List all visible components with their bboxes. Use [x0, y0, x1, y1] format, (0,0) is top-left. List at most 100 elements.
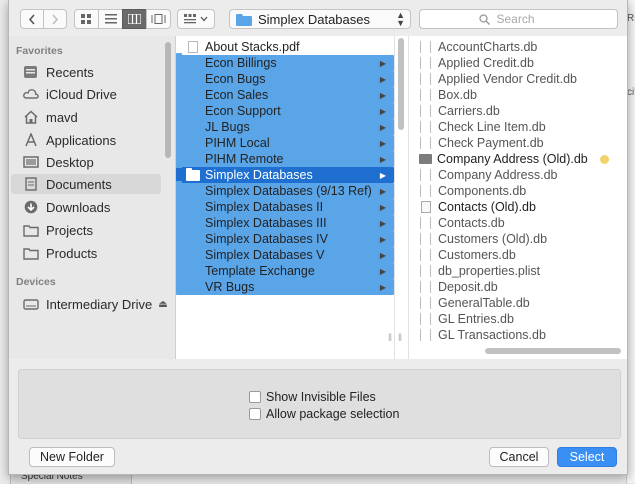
- folder-row[interactable]: Econ Sales ▶: [176, 85, 394, 103]
- show-invisible-files-option[interactable]: Show Invisible Files: [249, 390, 376, 404]
- file-row[interactable]: Customers (Old).db: [409, 231, 628, 247]
- chevron-right-icon: [52, 13, 59, 25]
- sidebar-item-recents[interactable]: Recents: [11, 62, 161, 82]
- list-view-button[interactable]: [98, 9, 123, 29]
- sidebar-item-desktop[interactable]: Desktop: [11, 152, 161, 172]
- sidebar-item-intermediary-drive[interactable]: Intermediary Drive ⏏: [11, 294, 168, 314]
- file-row[interactable]: Applied Vendor Credit.db: [409, 71, 628, 87]
- file-row[interactable]: Company Address.db: [409, 167, 628, 183]
- allow-package-selection-option[interactable]: Allow package selection: [249, 407, 399, 421]
- search-icon: [478, 13, 490, 25]
- sidebar-item-documents[interactable]: Documents: [11, 174, 161, 194]
- folder-icon: [186, 263, 200, 277]
- file-icon: [420, 281, 431, 293]
- folder-row[interactable]: Econ Bugs ▶: [176, 69, 394, 87]
- cover-flow-view-button[interactable]: [146, 9, 171, 29]
- allow-package-selection-checkbox[interactable]: [249, 408, 261, 420]
- item-name: Simplex Databases V: [205, 248, 325, 262]
- folder-row[interactable]: Simplex Databases IV ▶: [176, 229, 394, 247]
- sidebar-item-label: Recents: [46, 64, 94, 80]
- up-down-arrows-icon: ▲ ▼: [396, 10, 405, 28]
- file-row[interactable]: Check Line Item.db: [409, 119, 628, 135]
- sidebar-item-applications[interactable]: Applications: [11, 130, 161, 150]
- sidebar-item-downloads[interactable]: Downloads: [11, 197, 161, 217]
- column-resize-handle[interactable]: ‖: [388, 333, 392, 344]
- location-popup[interactable]: Simplex Databases ▲ ▼: [229, 9, 411, 29]
- file-row[interactable]: Customers.db: [409, 247, 628, 263]
- file-row[interactable]: GL Entries.db: [409, 311, 628, 327]
- sidebar-item-products[interactable]: Products: [11, 243, 161, 263]
- file-row[interactable]: Contacts.db: [409, 215, 628, 231]
- file-row[interactable]: Carriers.db: [409, 103, 628, 119]
- file-row[interactable]: GL Transactions.db: [409, 327, 628, 343]
- pdf-document-icon: [188, 41, 198, 53]
- file-row[interactable]: db_properties.plist: [409, 263, 628, 279]
- file-row[interactable]: Contacts (Old).db: [409, 199, 628, 215]
- item-name: db_properties.plist: [438, 264, 541, 278]
- back-button[interactable]: [20, 9, 44, 29]
- file-icon: [420, 105, 431, 117]
- item-name: Simplex Databases: [205, 168, 313, 182]
- folder-row[interactable]: JL Bugs ▶: [176, 117, 394, 135]
- file-row[interactable]: Box.db: [409, 87, 628, 103]
- item-name: Check Line Item.db: [438, 120, 546, 134]
- column-scrollbar[interactable]: [398, 38, 404, 130]
- folder-row[interactable]: Simplex Databases ▶: [176, 165, 394, 183]
- horizontal-scrollbar[interactable]: [485, 348, 621, 354]
- folder-row[interactable]: Econ Support ▶: [176, 101, 394, 119]
- sidebar-item-label: Documents: [46, 176, 112, 192]
- folder-row[interactable]: PIHM Local ▶: [176, 133, 394, 151]
- folder-row[interactable]: Simplex Databases III ▶: [176, 213, 394, 231]
- cancel-button[interactable]: Cancel: [489, 447, 549, 467]
- show-invisible-files-checkbox[interactable]: [249, 391, 261, 403]
- file-icon: [420, 73, 431, 85]
- file-row[interactable]: Company Address (Old).db: [409, 151, 628, 167]
- column-resize-handle[interactable]: ‖: [398, 333, 402, 344]
- folder-row[interactable]: Simplex Databases (9/13 Ref) ▶: [176, 181, 394, 199]
- folder-row[interactable]: Econ Billings ▶: [176, 53, 394, 71]
- open-dialog: Simplex Databases ▲▼ Favorites Recents i…: [8, 0, 628, 475]
- folder-icon: [186, 167, 200, 181]
- folder-icon: [186, 279, 200, 293]
- item-name: Applied Vendor Credit.db: [438, 72, 577, 86]
- file-row[interactable]: GeneralTable.db: [409, 295, 628, 311]
- new-folder-button[interactable]: New Folder: [29, 447, 115, 467]
- file-row[interactable]: About Stacks.pdf: [176, 39, 394, 55]
- search-input[interactable]: [494, 11, 559, 27]
- folder-icon: [236, 13, 252, 26]
- item-name: Contacts (Old).db: [438, 200, 536, 214]
- folder-row[interactable]: Template Exchange ▶: [176, 261, 394, 279]
- item-name: GeneralTable.db: [438, 296, 530, 310]
- folder-icon: [186, 55, 200, 69]
- sidebar-item-icloud-drive[interactable]: iCloud Drive: [11, 84, 161, 104]
- folder-row[interactable]: Simplex Databases II ▶: [176, 197, 394, 215]
- select-button[interactable]: Select: [557, 447, 617, 467]
- file-row[interactable]: AccountCharts.db: [409, 39, 628, 55]
- cover-flow-icon: [151, 14, 166, 24]
- sidebar-item-label: Downloads: [46, 199, 111, 215]
- folder-row[interactable]: Simplex Databases V ▶: [176, 245, 394, 263]
- background-text-fragment: Ri: [627, 13, 635, 24]
- file-icon: [420, 329, 431, 341]
- search-field[interactable]: [419, 9, 618, 29]
- file-icon: [420, 41, 431, 53]
- eject-icon[interactable]: ⏏: [158, 299, 167, 310]
- file-row[interactable]: Deposit.db: [409, 279, 628, 295]
- icon-view-button[interactable]: [74, 9, 99, 29]
- item-name: AccountCharts.db: [438, 40, 538, 54]
- folder-row[interactable]: PIHM Remote ▶: [176, 149, 394, 167]
- sidebar-item-projects[interactable]: Projects: [11, 220, 161, 240]
- forward-button[interactable]: [43, 9, 67, 29]
- file-row[interactable]: Check Payment.db: [409, 135, 628, 151]
- sidebar-scrollbar[interactable]: [165, 42, 171, 158]
- folder-icon: [23, 246, 39, 260]
- folder-icon: [186, 135, 200, 149]
- arrange-menu-button[interactable]: [177, 9, 215, 29]
- file-row[interactable]: Applied Credit.db: [409, 55, 628, 71]
- item-name: Contacts.db: [438, 216, 505, 230]
- column-view-button[interactable]: [122, 9, 147, 29]
- sidebar-item-mavd[interactable]: mavd: [11, 107, 161, 127]
- folder-row[interactable]: VR Bugs ▶: [176, 277, 394, 295]
- item-name: Components.db: [438, 184, 527, 198]
- file-row[interactable]: Components.db: [409, 183, 628, 199]
